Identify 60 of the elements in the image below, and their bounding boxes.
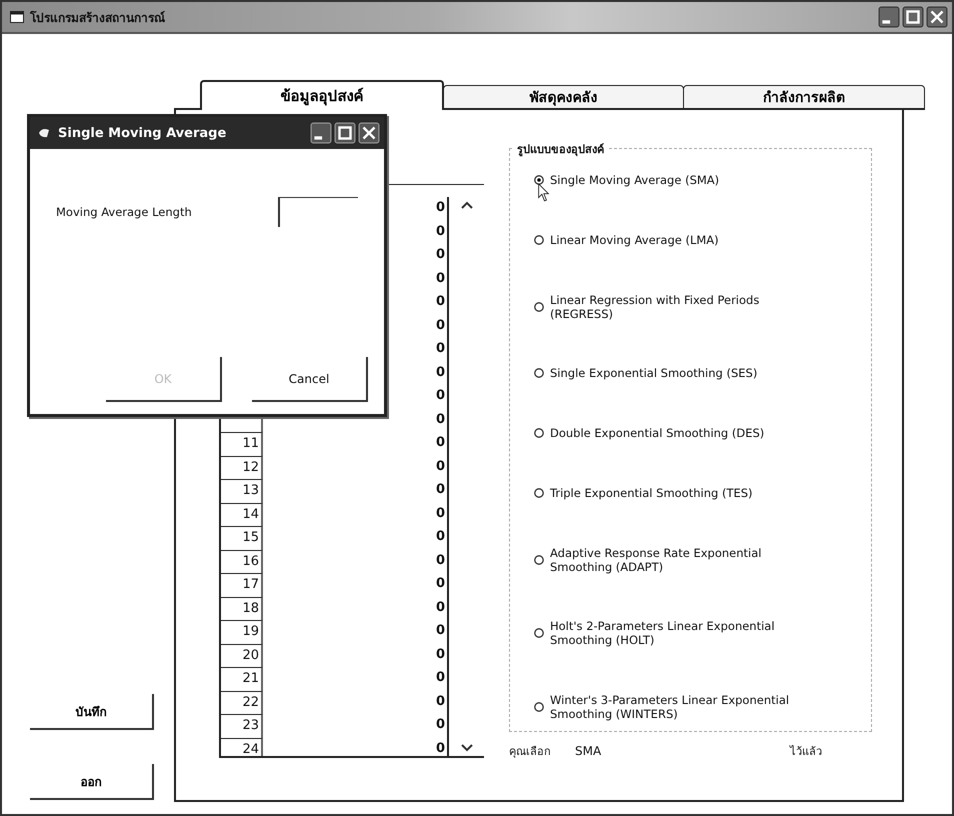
value-cell: 0	[263, 573, 449, 596]
radio-option[interactable]: Linear Regression with Fixed Periods (REGRESS)	[534, 292, 861, 320]
period-cell: 17	[221, 573, 263, 596]
value-cell: 0	[263, 526, 449, 550]
tab[interactable]: พัสดุคงคลัง	[442, 85, 684, 110]
period-cell: 21	[221, 667, 263, 690]
period-cell: 19	[221, 620, 263, 644]
radio-option[interactable]: Adaptive Response Rate Exponential Smoothing (ADAPT)	[534, 546, 861, 574]
scroll-down-icon[interactable]	[460, 744, 472, 752]
app-icon	[10, 11, 24, 23]
period-cell: 24	[221, 738, 263, 756]
window-title: โปรแกรมสร้างสถานการณ์	[30, 10, 166, 26]
period-cell: 11	[221, 432, 263, 456]
close-button[interactable]	[926, 6, 948, 28]
value-cell: 0	[263, 502, 449, 526]
app-icon	[38, 127, 52, 139]
selection-value: SMA	[575, 744, 602, 758]
radio-option[interactable]: Single Exponential Smoothing (SES)	[534, 366, 861, 380]
period-cell: 16	[221, 550, 263, 573]
radio-option[interactable]: Double Exponential Smoothing (DES)	[534, 426, 861, 440]
period-cell: 13	[221, 479, 263, 502]
radio-option[interactable]: Triple Exponential Smoothing (TES)	[534, 486, 861, 500]
status-text: ไว้แล้ว	[790, 744, 822, 760]
period-cell: 20	[221, 644, 263, 667]
radio-option[interactable]: Linear Moving Average (LMA)	[534, 232, 861, 247]
selection-label: คุณเลือก	[509, 744, 551, 760]
period-cell: 14	[221, 502, 263, 526]
value-cell: 0	[263, 667, 449, 690]
minimize-button[interactable]	[310, 122, 332, 144]
maximize-button[interactable]	[902, 6, 924, 28]
group-title: รูปแบบของอุปสงค์	[514, 140, 607, 158]
value-cell: 0	[263, 690, 449, 714]
dialog-button[interactable]: Cancel	[252, 357, 368, 402]
radio-option[interactable]: Winter's 3-Parameters Linear Exponential Smoothing (WINTERS)	[534, 693, 861, 721]
period-cell: 15	[221, 526, 263, 550]
value-cell: 0	[263, 479, 449, 502]
period-cell: 22	[221, 690, 263, 714]
radio-option[interactable]: Holt's 2-Parameters Linear Exponential Smoothing (HOLT)	[534, 619, 861, 648]
maximize-button[interactable]	[334, 122, 356, 144]
value-cell: 0	[263, 550, 449, 573]
period-cell: 18	[221, 596, 263, 620]
close-button[interactable]	[358, 122, 380, 144]
value-cell: 0	[263, 714, 449, 738]
scroll-up-icon[interactable]	[460, 201, 472, 209]
value-cell: 0	[263, 644, 449, 667]
field-label: Moving Average Length	[56, 205, 192, 219]
pointer-icon	[538, 183, 551, 203]
value-cell: 0	[263, 738, 449, 756]
value-cell: 0	[263, 620, 449, 644]
action-button[interactable]: บันทึก	[30, 694, 154, 730]
value-cell: 0	[263, 432, 449, 456]
tab[interactable]: ข้อมูลอุปสงค์	[200, 80, 444, 110]
period-cell: 12	[221, 456, 263, 479]
value-cell: 0	[263, 596, 449, 620]
minimize-button[interactable]	[878, 6, 900, 28]
action-button[interactable]: ออก	[30, 764, 154, 800]
period-cell: 23	[221, 714, 263, 738]
dialog-title: Single Moving Average	[58, 126, 228, 140]
tab[interactable]: กำลังการผลิต	[683, 85, 926, 110]
value-cell: 0	[263, 456, 449, 479]
